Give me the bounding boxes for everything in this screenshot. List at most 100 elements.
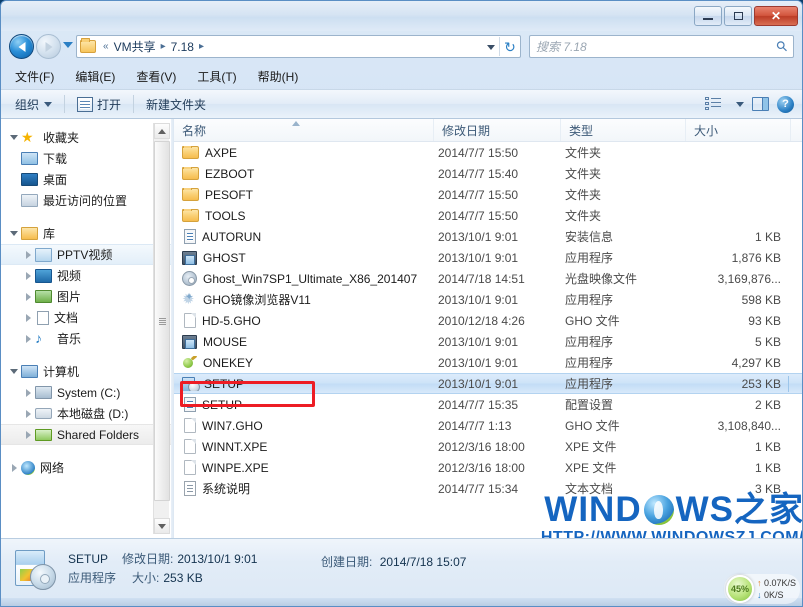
expander-icon[interactable] (7, 231, 21, 236)
table-row[interactable]: 系统说明 2014/7/7 15:34 文本文档 3 KB (174, 478, 802, 499)
breadcrumb-item-1[interactable]: 7.18 (169, 40, 196, 54)
music-icon: ♪ (35, 329, 42, 346)
back-button[interactable] (9, 34, 34, 59)
help-icon[interactable]: ? (777, 95, 794, 113)
list-view-icon[interactable] (705, 97, 723, 111)
table-row[interactable]: PESOFT 2014/7/7 15:50 文件夹 (174, 184, 802, 205)
table-row[interactable]: Ghost_Win7SP1_Ultimate_X86_201407 2014/7/… (174, 268, 802, 289)
sidebar-item-label: PPTV视频 (57, 248, 113, 262)
sidebar-item-shared-folders[interactable]: Shared Folders (1, 424, 171, 445)
column-header-date[interactable]: 修改日期 (434, 119, 561, 141)
sidebar-item-videos[interactable]: 视频 (1, 265, 171, 286)
cell-date: 2014/7/7 15:50 (438, 208, 519, 223)
network-drive-icon (35, 428, 52, 441)
view-chevron-down-icon[interactable] (736, 101, 744, 107)
search-input[interactable]: 搜索 7.18 (536, 38, 777, 55)
sidebar-item-desktop[interactable]: 桌面 (1, 169, 171, 190)
sidebar-group-libraries[interactable]: 库 (1, 223, 171, 244)
network-speed-widget[interactable]: 45% ↑ 0.07K/S ↓ 0K/S (723, 574, 800, 604)
details-modified-label: 修改日期: (122, 551, 174, 566)
menu-file[interactable]: 文件(F) (15, 68, 54, 85)
file-name: ONEKEY (203, 355, 254, 370)
expander-icon[interactable] (21, 388, 35, 397)
maximize-button[interactable] (724, 6, 752, 26)
expander-icon[interactable] (21, 313, 35, 322)
sidebar-scrollbar[interactable] (153, 123, 170, 534)
forward-arrow-icon (45, 41, 52, 52)
scroll-down-button[interactable] (154, 518, 170, 534)
sidebar-item-label: System (C:) (57, 385, 121, 400)
history-dropdown-icon[interactable] (63, 42, 73, 48)
sidebar-group-computer[interactable]: 计算机 (1, 361, 171, 382)
chevron-right-icon-0[interactable]: ▸ (158, 41, 169, 52)
address-dropdown-icon[interactable] (487, 45, 495, 50)
menu-help[interactable]: 帮助(H) (258, 68, 299, 85)
address-bar[interactable]: « VM共享 ▸ 7.18 ▸ ↻ (76, 35, 521, 58)
table-row[interactable]: WINNT.XPE 2012/3/16 18:00 XPE 文件 1 KB (174, 436, 802, 457)
table-row[interactable]: SETUP 2014/7/7 15:35 配置设置 2 KB (174, 394, 802, 415)
scrollbar-thumb[interactable] (154, 141, 170, 501)
menu-view[interactable]: 查看(V) (136, 68, 176, 85)
scroll-up-button[interactable] (154, 123, 170, 139)
breadcrumb-item-0[interactable]: VM共享 (112, 38, 158, 55)
expander-icon[interactable] (21, 250, 35, 259)
expander-icon[interactable] (21, 292, 35, 301)
refresh-icon[interactable]: ↻ (502, 39, 518, 55)
sidebar-item-pptv[interactable]: PPTV视频 (1, 244, 171, 265)
minimize-button[interactable] (694, 6, 722, 26)
navigation-pane: ★ 收藏夹 下载 桌面 最近访问的位置 库 PPTV视频 视频 图片 文档 ♪ … (1, 119, 171, 538)
expander-icon[interactable] (7, 135, 21, 140)
column-header-type[interactable]: 类型 (561, 119, 686, 141)
table-row[interactable]: GHO镜像浏览器V11 2013/10/1 9:01 应用程序 598 KB (174, 289, 802, 310)
new-folder-label: 新建文件夹 (146, 97, 207, 112)
sidebar-item-music[interactable]: ♪ 音乐 (1, 328, 171, 349)
cell-size: 3,169,876... (717, 271, 781, 286)
sidebar-item-pictures[interactable]: 图片 (1, 286, 171, 307)
expander-icon[interactable] (7, 463, 21, 472)
column-header-size[interactable]: 大小 (686, 119, 791, 141)
menu-edit[interactable]: 编辑(E) (75, 68, 115, 85)
menu-tools[interactable]: 工具(T) (197, 68, 236, 85)
forward-button[interactable] (36, 34, 61, 59)
local-drive-icon (35, 408, 52, 419)
table-row[interactable]: EZBOOT 2014/7/7 15:40 文件夹 (174, 163, 802, 184)
sidebar-item-documents[interactable]: 文档 (1, 307, 171, 328)
expander-icon[interactable] (21, 271, 35, 280)
sidebar-group-network[interactable]: 网络 (1, 457, 171, 478)
table-row[interactable]: AXPE 2014/7/7 15:50 文件夹 (174, 142, 802, 163)
table-row[interactable]: TOOLS 2014/7/7 15:50 文件夹 (174, 205, 802, 226)
table-row[interactable]: WIN7.GHO 2014/7/7 1:13 GHO 文件 3,108,840... (174, 415, 802, 436)
expander-icon[interactable] (21, 430, 35, 439)
cell-name: WINPE.XPE (174, 460, 434, 475)
pictures-icon (35, 290, 52, 303)
sidebar-group-favorites[interactable]: ★ 收藏夹 (1, 127, 171, 148)
table-row[interactable]: MOUSE 2013/10/1 9:01 应用程序 5 KB (174, 331, 802, 352)
table-row[interactable]: HD-5.GHO 2010/12/18 4:26 GHO 文件 93 KB (174, 310, 802, 331)
expander-icon[interactable] (21, 409, 35, 418)
table-row[interactable]: AUTORUN 2013/10/1 9:01 安装信息 1 KB (174, 226, 802, 247)
expander-icon[interactable] (21, 334, 35, 343)
close-button[interactable]: ✕ (754, 6, 798, 26)
table-row[interactable]: SETUP 2013/10/1 9:01 应用程序 253 KB (174, 373, 802, 394)
sidebar-item-downloads[interactable]: 下载 (1, 148, 171, 169)
column-header-name[interactable]: 名称 (174, 119, 434, 141)
open-button[interactable]: 打开 (77, 96, 121, 113)
organize-button[interactable]: 组织 (15, 96, 53, 113)
table-row[interactable]: WINPE.XPE 2012/3/16 18:00 XPE 文件 1 KB (174, 457, 802, 478)
chevron-right-icon-1[interactable]: ▸ (196, 41, 207, 52)
sidebar-item-label: 本地磁盘 (D:) (57, 407, 129, 421)
new-folder-button[interactable]: 新建文件夹 (146, 96, 206, 113)
sidebar-item-recent-places[interactable]: 最近访问的位置 (1, 190, 171, 211)
preview-pane-icon[interactable] (752, 97, 769, 111)
search-box[interactable]: 搜索 7.18 ⚲ (529, 35, 794, 58)
sidebar-item-local-d[interactable]: 本地磁盘 (D:) (1, 403, 171, 424)
table-row[interactable]: ONEKEY 2013/10/1 9:01 应用程序 4,297 KB (174, 352, 802, 373)
sidebar-item-system-c[interactable]: System (C:) (1, 382, 171, 403)
cell-name: HD-5.GHO (174, 313, 434, 328)
breadcrumb-overflow[interactable]: « (100, 41, 112, 52)
gho-browser-icon (182, 291, 197, 308)
details-file-name: SETUP (68, 551, 109, 566)
expander-icon[interactable] (7, 369, 21, 374)
table-row[interactable]: GHOST 2013/10/1 9:01 应用程序 1,876 KB (174, 247, 802, 268)
chevron-down-icon (44, 101, 53, 107)
